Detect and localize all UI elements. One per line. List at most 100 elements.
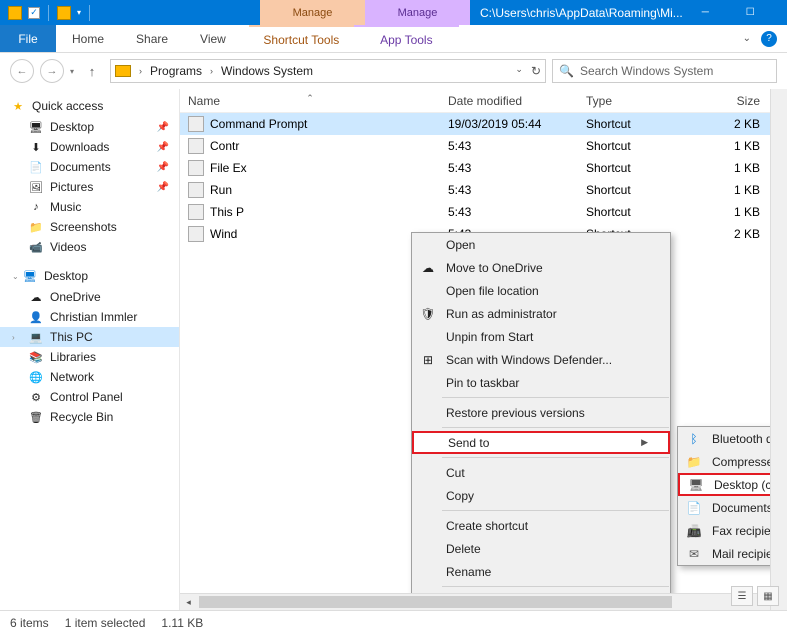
star-icon: ★	[10, 98, 26, 114]
column-size[interactable]: Size	[698, 94, 768, 108]
menu-label: Restore previous versions	[446, 406, 585, 420]
menu-item[interactable]: Copy	[412, 484, 670, 507]
folder-icon	[57, 6, 71, 20]
status-count: 6 items	[10, 616, 49, 630]
menu-item[interactable]: Cut	[412, 461, 670, 484]
qat-checkbox[interactable]: ✓	[28, 7, 40, 19]
contextual-tab-shortcut: Manage	[260, 0, 365, 25]
item-icon: 🖼	[28, 179, 44, 195]
chevron-right-icon[interactable]: ›	[135, 66, 146, 76]
sidebar-desktop[interactable]: ⌄ 🖥 Desktop	[0, 265, 179, 287]
menu-item[interactable]: Open	[412, 233, 670, 256]
file-row[interactable]: Run5:43Shortcut1 KB	[180, 179, 787, 201]
menu-label: Open	[446, 238, 475, 252]
file-row[interactable]: This P5:43Shortcut1 KB	[180, 201, 787, 223]
breadcrumb-segment[interactable]: Windows System	[221, 64, 313, 78]
sidebar-item[interactable]: ♪Music	[0, 197, 179, 217]
horizontal-scrollbar[interactable]: ◂ ▸	[180, 593, 770, 610]
qat-sep	[89, 5, 90, 21]
search-input[interactable]: 🔍 Search Windows System	[552, 59, 777, 83]
menu-item[interactable]: 🛡Run as administrator	[412, 302, 670, 325]
sidebar-item[interactable]: ›💻This PC	[0, 327, 179, 347]
vertical-scrollbar[interactable]	[770, 89, 787, 610]
item-icon: 🖥	[28, 119, 44, 135]
chevron-right-icon[interactable]: ›	[206, 66, 217, 76]
tab-share[interactable]: Share	[120, 25, 184, 52]
column-name[interactable]: Name ⌃	[180, 94, 440, 108]
tab-view[interactable]: View	[184, 25, 242, 52]
file-name: This P	[210, 205, 244, 219]
column-headers: Name ⌃ Date modified Type Size	[180, 89, 787, 113]
thumbnails-view-button[interactable]: ▦	[757, 586, 779, 606]
breadcrumb-segment[interactable]: Programs	[150, 64, 202, 78]
menu-item[interactable]: ⊞Scan with Windows Defender...	[412, 348, 670, 371]
sidebar-item[interactable]: 👤Christian Immler	[0, 307, 179, 327]
sidebar-item[interactable]: 🖼Pictures📌	[0, 177, 179, 197]
file-date: 5:43	[440, 161, 578, 175]
details-view-button[interactable]: ☰	[731, 586, 753, 606]
sidebar-item[interactable]: ⚙Control Panel	[0, 387, 179, 407]
menu-item[interactable]: Pin to taskbar	[412, 371, 670, 394]
menu-item[interactable]: Rename	[412, 560, 670, 583]
sidebar-item-label: Network	[50, 370, 94, 384]
sidebar-item[interactable]: 📚Libraries	[0, 347, 179, 367]
forward-button[interactable]: →	[40, 59, 64, 83]
column-date[interactable]: Date modified	[440, 94, 578, 108]
scroll-left-icon[interactable]: ◂	[180, 594, 197, 610]
address-bar[interactable]: › Programs › Windows System ⌄ ↻	[110, 59, 546, 83]
file-name: File Ex	[210, 161, 247, 175]
sidebar-item[interactable]: 📁Screenshots	[0, 217, 179, 237]
file-size: 1 KB	[698, 161, 768, 175]
close-button[interactable]: ✕	[773, 0, 787, 25]
file-row[interactable]: Command Prompt19/03/2019 05:44Shortcut2 …	[180, 113, 787, 135]
refresh-icon[interactable]: ↻	[531, 64, 541, 78]
sidebar-item-label: Pictures	[50, 180, 93, 194]
file-type: Shortcut	[578, 183, 698, 197]
scroll-track[interactable]	[197, 594, 753, 610]
minimize-button[interactable]: ─	[683, 0, 728, 25]
sidebar-item-label: This PC	[50, 330, 93, 344]
qat-dropdown-icon[interactable]: ▾	[77, 8, 81, 17]
sidebar-item[interactable]: ⬇Downloads📌	[0, 137, 179, 157]
menu-item[interactable]: Unpin from Start	[412, 325, 670, 348]
file-row[interactable]: File Ex5:43Shortcut1 KB	[180, 157, 787, 179]
chevron-down-icon[interactable]: ⌄	[12, 272, 19, 281]
sidebar-item[interactable]: 📹Videos	[0, 237, 179, 257]
pin-icon: 📌	[157, 142, 169, 153]
menu-label: Scan with Windows Defender...	[446, 353, 612, 367]
tab-shortcut-tools[interactable]: Shortcut Tools	[249, 25, 354, 52]
search-placeholder: Search Windows System	[580, 64, 713, 78]
sidebar-quick-access[interactable]: ★ Quick access	[0, 95, 179, 117]
sidebar-item[interactable]: 🗑Recycle Bin	[0, 407, 179, 427]
ribbon-expand-icon[interactable]: ⌄	[743, 33, 751, 44]
file-date: 5:43	[440, 183, 578, 197]
qat-sep	[48, 5, 49, 21]
menu-item[interactable]: Delete	[412, 537, 670, 560]
menu-item[interactable]: ☁Move to OneDrive	[412, 256, 670, 279]
history-dropdown-icon[interactable]: ▾	[70, 67, 74, 76]
help-icon[interactable]: ?	[761, 31, 777, 47]
tab-home[interactable]: Home	[56, 25, 120, 52]
item-icon: ⚙	[28, 389, 44, 405]
scroll-thumb[interactable]	[199, 596, 672, 608]
menu-item[interactable]: Open file location	[412, 279, 670, 302]
menu-item[interactable]: Send to▶	[412, 431, 670, 454]
address-dropdown-icon[interactable]: ⌄	[515, 64, 523, 78]
back-button[interactable]: ←	[10, 59, 34, 83]
item-icon: ⬇	[28, 139, 44, 155]
tab-app-tools[interactable]: App Tools	[354, 25, 459, 52]
sidebar-item[interactable]: 🖥Desktop📌	[0, 117, 179, 137]
file-row[interactable]: Contr5:43Shortcut1 KB	[180, 135, 787, 157]
sidebar-item[interactable]: ☁OneDrive	[0, 287, 179, 307]
menu-item[interactable]: Restore previous versions	[412, 401, 670, 424]
column-type[interactable]: Type	[578, 94, 698, 108]
up-button[interactable]: ↑	[80, 59, 104, 83]
sidebar-item[interactable]: 🌐Network	[0, 367, 179, 387]
shortcut-icon	[188, 204, 204, 220]
maximize-button[interactable]: ☐	[728, 0, 773, 25]
sidebar-item[interactable]: 📄Documents📌	[0, 157, 179, 177]
file-tab[interactable]: File	[0, 25, 56, 52]
file-size: 1 KB	[698, 205, 768, 219]
chevron-right-icon[interactable]: ›	[12, 333, 15, 342]
menu-item[interactable]: Create shortcut	[412, 514, 670, 537]
